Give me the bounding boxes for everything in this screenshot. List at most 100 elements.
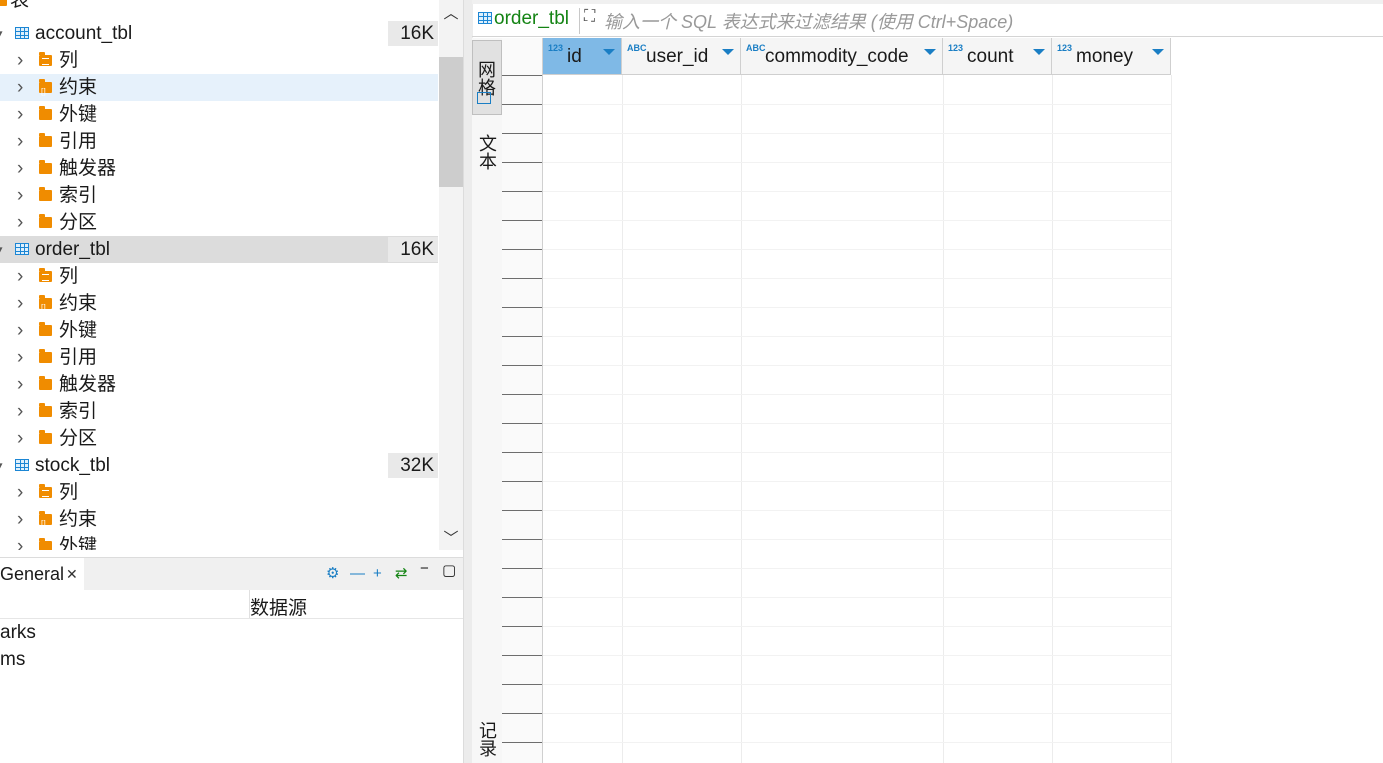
tree-node-label: 分区 bbox=[59, 212, 98, 233]
tab-text[interactable]: 文本 bbox=[472, 122, 502, 182]
tree-folder-item[interactable]: › 约束 bbox=[0, 290, 438, 321]
tree-node-label: 外键 bbox=[59, 104, 98, 125]
chevron-right-icon[interactable]: › bbox=[17, 101, 23, 128]
grid-row-line bbox=[543, 336, 1171, 337]
tree-folder-item[interactable]: › 引用 bbox=[0, 128, 438, 155]
tree-folder-item[interactable]: › 分区 bbox=[0, 209, 438, 236]
chevron-right-icon[interactable]: › bbox=[17, 371, 23, 398]
tree-table-stock_tbl[interactable]: ▾ stock_tbl 32K bbox=[0, 452, 438, 479]
column-header-money[interactable]: 123 money bbox=[1052, 38, 1171, 75]
tree-folder-item[interactable]: › 触发器 bbox=[0, 371, 438, 398]
chevron-right-icon[interactable]: › bbox=[17, 425, 23, 452]
chevron-right-icon[interactable]: › bbox=[17, 533, 23, 550]
tree-folder-item[interactable]: › 列 bbox=[0, 263, 438, 290]
grid-column-line bbox=[622, 75, 623, 763]
gear-icon[interactable]: ⚙ bbox=[326, 564, 339, 584]
tree-root-tables[interactable]: 表 bbox=[0, 0, 438, 14]
plus-icon[interactable]: + bbox=[373, 564, 382, 584]
tree-node-label: 索引 bbox=[59, 401, 98, 422]
property-row[interactable]: ms bbox=[0, 649, 25, 671]
chevron-right-icon[interactable]: › bbox=[17, 398, 23, 425]
results-grid[interactable]: 123 id ABC user_id ABC commodity_code 12… bbox=[543, 38, 1383, 763]
property-row[interactable]: arks bbox=[0, 622, 36, 644]
chevron-down-icon[interactable] bbox=[1152, 49, 1164, 55]
row-gutter-line bbox=[502, 655, 542, 656]
tree-folder-item[interactable]: › 列 bbox=[0, 479, 438, 506]
row-gutter-line bbox=[502, 133, 542, 134]
tree-folder-item[interactable]: › 引用 bbox=[0, 344, 438, 371]
column-header-commodity-code[interactable]: ABC commodity_code bbox=[741, 38, 943, 75]
tree-folder-item[interactable]: › 索引 bbox=[0, 182, 438, 209]
column-name: user_id bbox=[646, 46, 709, 67]
tree-folder-item[interactable]: › 约束 bbox=[0, 74, 438, 105]
tree-folder-item[interactable]: › 分区 bbox=[0, 425, 438, 452]
grid-row-line bbox=[543, 713, 1171, 714]
chevron-right-icon[interactable]: › bbox=[17, 74, 23, 101]
row-gutter-line bbox=[502, 742, 542, 743]
minimize-icon[interactable]: − bbox=[420, 559, 429, 579]
properties-header: 数据源 bbox=[250, 598, 308, 619]
tab-general[interactable]: General ✕ bbox=[0, 558, 84, 590]
tree-folder-item[interactable]: › 触发器 bbox=[0, 155, 438, 182]
tree-folder-item[interactable]: › 外键 bbox=[0, 101, 438, 128]
column-header-id[interactable]: 123 id bbox=[543, 38, 622, 75]
grid-row-line bbox=[543, 394, 1171, 395]
row-gutter-line bbox=[502, 423, 542, 424]
close-icon[interactable]: ✕ bbox=[66, 558, 78, 590]
row-gutter-line bbox=[502, 278, 542, 279]
expand-icon[interactable]: ⛶ bbox=[584, 8, 595, 26]
tree-table-order_tbl[interactable]: ▾ order_tbl 16K bbox=[0, 236, 438, 263]
text-type-icon: ABC bbox=[746, 43, 766, 53]
chevron-down-icon[interactable]: ▾ bbox=[0, 20, 3, 47]
scroll-up-icon[interactable]: ︿ bbox=[439, 2, 463, 23]
chevron-right-icon[interactable]: › bbox=[17, 47, 23, 74]
chevron-right-icon[interactable]: › bbox=[17, 317, 23, 344]
chevron-down-icon[interactable] bbox=[722, 49, 734, 55]
tree-folder-item[interactable]: › 外键 bbox=[0, 533, 438, 550]
tree-folder-item[interactable]: › 约束 bbox=[0, 506, 438, 537]
folder-icon bbox=[39, 52, 52, 66]
chevron-down-icon[interactable] bbox=[924, 49, 936, 55]
row-gutter-line bbox=[502, 220, 542, 221]
scroll-thumb[interactable] bbox=[439, 57, 463, 187]
grid-row-line bbox=[543, 481, 1171, 482]
filter-input[interactable]: 输入一个 SQL 表达式来过滤结果 (使用 Ctrl+Space) bbox=[604, 8, 1013, 34]
folder-icon bbox=[39, 160, 52, 174]
tree-node-label: order_tbl bbox=[35, 239, 110, 260]
grid-row-line bbox=[543, 655, 1171, 656]
tree-node-label: 分区 bbox=[59, 428, 98, 449]
scroll-down-icon[interactable]: ﹀ bbox=[439, 527, 463, 548]
chevron-right-icon[interactable]: › bbox=[17, 263, 23, 290]
tree-folder-item[interactable]: › 外键 bbox=[0, 317, 438, 344]
chevron-down-icon[interactable]: ▾ bbox=[0, 236, 3, 263]
chevron-right-icon[interactable]: › bbox=[17, 128, 23, 155]
grid-column-line bbox=[943, 75, 944, 763]
chevron-right-icon[interactable]: › bbox=[17, 209, 23, 236]
swap-icon[interactable]: ⇄ bbox=[395, 564, 408, 584]
tree-scrollbar[interactable]: ︿ ﹀ bbox=[439, 0, 463, 550]
minus-icon[interactable]: — bbox=[350, 564, 365, 584]
tree-node-label: 约束 bbox=[59, 77, 98, 98]
tree-folder-item[interactable]: › 列 bbox=[0, 47, 438, 74]
grid-row-line bbox=[543, 191, 1171, 192]
chevron-right-icon[interactable]: › bbox=[17, 290, 23, 317]
column-header-user-id[interactable]: ABC user_id bbox=[622, 38, 741, 75]
chevron-right-icon[interactable]: › bbox=[17, 155, 23, 182]
chevron-right-icon[interactable]: › bbox=[17, 506, 23, 533]
properties-header-line bbox=[0, 618, 463, 619]
chevron-down-icon[interactable]: ▾ bbox=[0, 452, 3, 479]
chevron-down-icon[interactable] bbox=[1033, 49, 1045, 55]
row-gutter-line bbox=[502, 307, 542, 308]
grid-row-line bbox=[543, 452, 1171, 453]
column-header-count[interactable]: 123 count bbox=[943, 38, 1052, 75]
chevron-down-icon[interactable] bbox=[603, 49, 615, 55]
chevron-right-icon[interactable]: › bbox=[17, 479, 23, 506]
tab-record[interactable]: 记录 bbox=[472, 714, 502, 763]
chevron-right-icon[interactable]: › bbox=[17, 344, 23, 371]
maximize-icon[interactable]: ▢ bbox=[442, 561, 456, 581]
chevron-right-icon[interactable]: › bbox=[17, 182, 23, 209]
row-gutter-line bbox=[502, 539, 542, 540]
tree-table-account_tbl[interactable]: ▾ account_tbl 16K bbox=[0, 20, 438, 47]
tree-folder-item[interactable]: › 索引 bbox=[0, 398, 438, 425]
row-gutter-line bbox=[502, 394, 542, 395]
